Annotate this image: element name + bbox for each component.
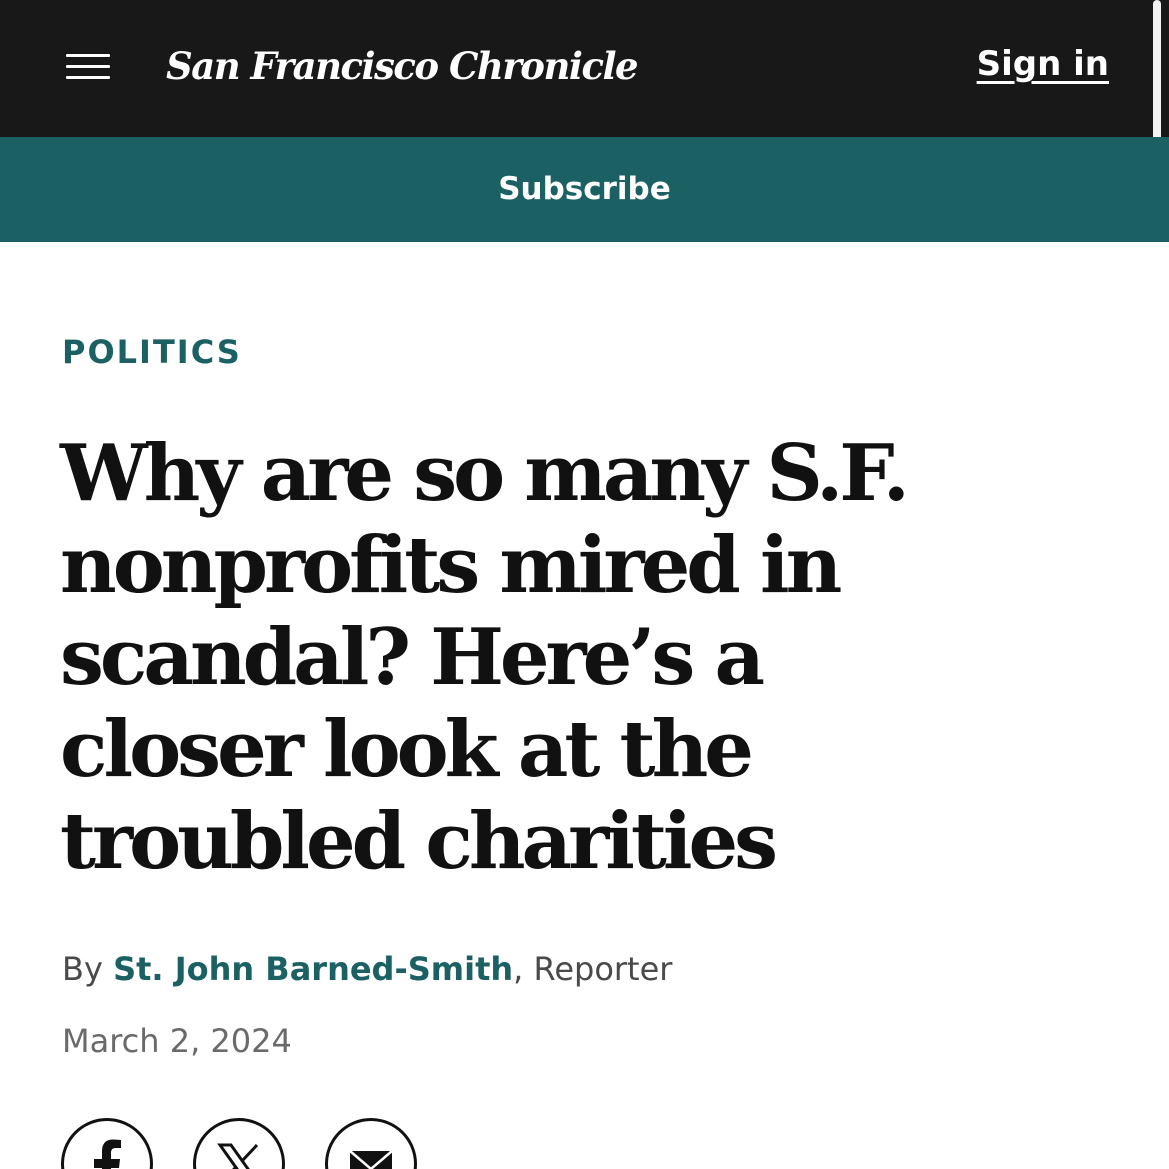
section-label[interactable]: POLITICS xyxy=(62,333,242,371)
share-facebook-button[interactable] xyxy=(61,1118,153,1169)
subscribe-label: Subscribe xyxy=(498,171,671,207)
author-role: Reporter xyxy=(533,950,673,988)
top-header: San Francisco Chronicle Sign in xyxy=(0,0,1169,185)
brand-logo[interactable]: San Francisco Chronicle xyxy=(166,36,639,96)
x-icon xyxy=(217,1143,259,1169)
menu-line xyxy=(66,54,110,57)
facebook-icon xyxy=(94,1139,121,1169)
sign-in-link[interactable]: Sign in xyxy=(977,44,1109,84)
publish-date: March 2, 2024 xyxy=(62,1022,292,1060)
byline-prefix: By xyxy=(62,950,103,988)
byline: By St. John Barned-Smith, Reporter xyxy=(62,950,672,988)
article-headline: Why are so many S.F. nonprofits mired in… xyxy=(60,428,910,887)
subscribe-button[interactable]: Subscribe xyxy=(0,137,1169,242)
byline-separator: , xyxy=(513,950,524,988)
share-email-button[interactable] xyxy=(325,1118,417,1169)
hamburger-menu-icon[interactable] xyxy=(66,50,111,80)
email-icon xyxy=(349,1150,393,1169)
share-x-button[interactable] xyxy=(193,1118,285,1169)
menu-line xyxy=(66,76,110,79)
author-link[interactable]: St. John Barned-Smith xyxy=(113,950,513,988)
menu-line xyxy=(66,65,110,68)
